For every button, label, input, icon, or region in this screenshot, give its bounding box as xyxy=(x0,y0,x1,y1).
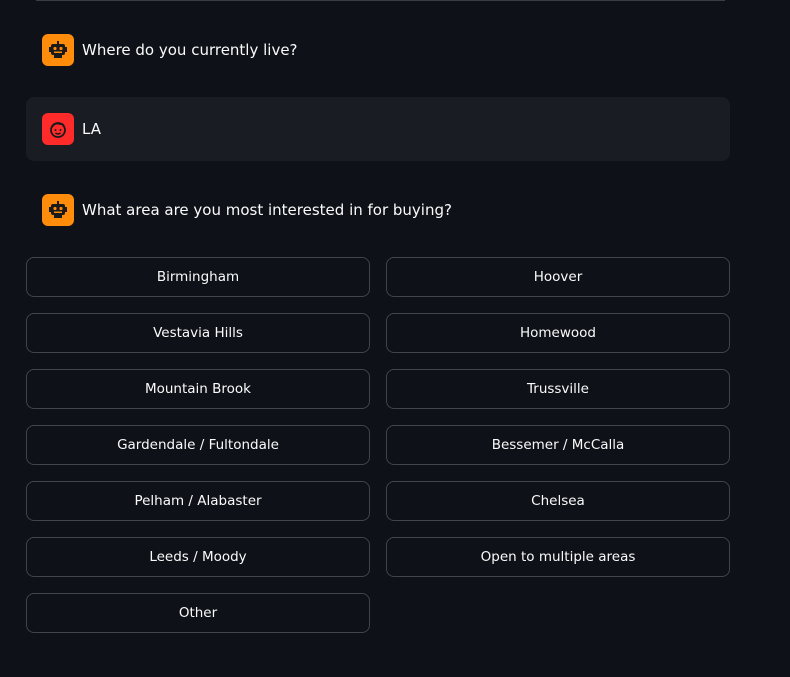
option-gardendale-fultondale-button[interactable]: Gardendale / Fultondale xyxy=(26,425,370,465)
option-homewood-button[interactable]: Homewood xyxy=(386,313,730,353)
option-chelsea-button[interactable]: Chelsea xyxy=(386,481,730,521)
message-text: Where do you currently live? xyxy=(82,41,298,59)
smiley-face-icon xyxy=(42,113,74,145)
assistant-message: Where do you currently live? xyxy=(26,18,730,82)
option-other-button[interactable]: Other xyxy=(26,593,370,633)
assistant-message: What area are you most interested in for… xyxy=(26,178,730,242)
message-text: LA xyxy=(82,120,101,138)
option-vestavia-hills-button[interactable]: Vestavia Hills xyxy=(26,313,370,353)
option-pelham-alabaster-button[interactable]: Pelham / Alabaster xyxy=(26,481,370,521)
option-bessemer-mccalla-button[interactable]: Bessemer / McCalla xyxy=(386,425,730,465)
option-mountain-brook-button[interactable]: Mountain Brook xyxy=(26,369,370,409)
robot-icon xyxy=(42,34,74,66)
robot-icon xyxy=(42,194,74,226)
top-divider xyxy=(36,0,725,1)
option-birmingham-button[interactable]: Birmingham xyxy=(26,257,370,297)
user-message: LA xyxy=(26,97,730,161)
option-leeds-moody-button[interactable]: Leeds / Moody xyxy=(26,537,370,577)
option-open-to-multiple-areas-button[interactable]: Open to multiple areas xyxy=(386,537,730,577)
option-trussville-button[interactable]: Trussville xyxy=(386,369,730,409)
option-hoover-button[interactable]: Hoover xyxy=(386,257,730,297)
message-text: What area are you most interested in for… xyxy=(82,201,452,219)
chat-page: Where do you currently live? LA What are… xyxy=(0,0,790,677)
